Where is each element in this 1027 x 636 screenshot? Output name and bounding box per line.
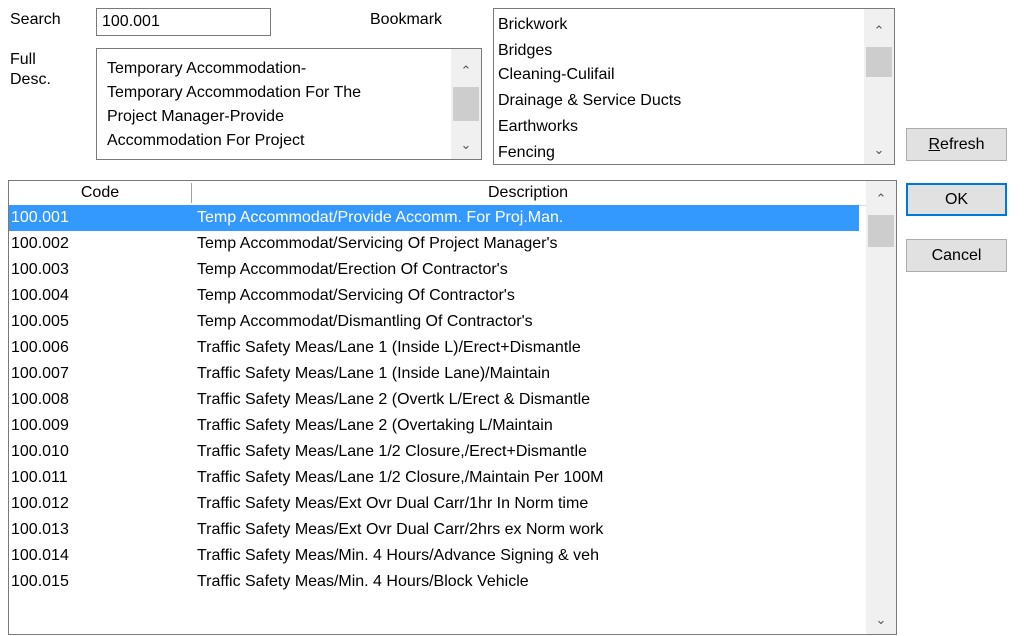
grid-rows: 100.001 Temp Accommodat/Provide Accomm. F… [9, 205, 866, 595]
code-cell: 100.015 [11, 573, 69, 590]
ok-button[interactable]: OK [906, 183, 1007, 216]
scroll-thumb[interactable] [868, 215, 894, 247]
table-row[interactable]: 100.015 Traffic Safety Meas/Min. 4 Hours/… [9, 569, 866, 595]
table-row[interactable]: 100.007 Traffic Safety Meas/Lane 1 (Insid… [9, 361, 866, 387]
table-row[interactable]: 100.012 Traffic Safety Meas/Ext Ovr Dual … [9, 491, 866, 517]
bookmark-item[interactable]: Brickwork [498, 13, 567, 37]
table-row[interactable]: 100.001 Temp Accommodat/Provide Accomm. F… [9, 205, 859, 231]
description-cell: Traffic Safety Meas/Lane 1 (Inside Lane)… [197, 365, 551, 382]
code-cell: 100.006 [11, 339, 69, 356]
description-cell: Traffic Safety Meas/Lane 2 (Overtaking L… [197, 417, 553, 434]
code-cell: 100.004 [11, 287, 69, 304]
description-cell: Traffic Safety Meas/Lane 1 (Inside L)/Er… [197, 339, 581, 356]
table-row[interactable]: 100.011 Traffic Safety Meas/Lane 1/2 Clos… [9, 465, 866, 491]
bookmark-list[interactable]: Brickwork Bridges Cleaning-Culifail Drai… [493, 8, 895, 165]
grid-scrollbar[interactable]: ⌃ ⌄ [866, 181, 896, 634]
full-desc-label-line1: Full [10, 51, 36, 68]
bookmark-item[interactable]: Bridges [498, 39, 552, 63]
code-cell: 100.013 [11, 521, 69, 538]
code-cell: 100.002 [11, 235, 69, 252]
column-divider[interactable] [191, 183, 192, 203]
chevron-down-icon[interactable]: ⌄ [866, 608, 896, 632]
scroll-thumb[interactable] [866, 47, 892, 77]
table-row[interactable]: 100.008 Traffic Safety Meas/Lane 2 (Overt… [9, 387, 866, 413]
chevron-up-icon[interactable]: ⌃ [864, 19, 894, 43]
full-desc-line: Project Manager-Provide [107, 108, 284, 125]
code-cell: 100.014 [11, 547, 69, 564]
description-cell: Temp Accommodat/Servicing Of Contractor'… [197, 287, 515, 304]
scroll-thumb[interactable] [453, 87, 479, 121]
table-row[interactable]: 100.003 Temp Accommodat/Erection Of Contr… [9, 257, 866, 283]
bookmark-item[interactable]: Cleaning-Culifail [498, 63, 615, 87]
table-row[interactable]: 100.009 Traffic Safety Meas/Lane 2 (Overt… [9, 413, 866, 439]
table-row[interactable]: 100.005 Temp Accommodat/Dismantling Of Co… [9, 309, 866, 335]
bookmark-item[interactable]: Drainage & Service Ducts [498, 89, 681, 113]
description-cell: Traffic Safety Meas/Lane 2 (Overtk L/Ere… [197, 391, 591, 408]
full-desc-line: Temporary Accommodation- [107, 60, 307, 77]
table-row[interactable]: 100.013 Traffic Safety Meas/Ext Ovr Dual … [9, 517, 866, 543]
full-desc-textbox[interactable]: Temporary Accommodation- Temporary Accom… [96, 48, 482, 160]
full-desc-line: Temporary Accommodation For The [107, 84, 362, 101]
table-row[interactable]: 100.014 Traffic Safety Meas/Min. 4 Hours/… [9, 543, 866, 569]
full-desc-label-line2: Desc. [10, 71, 51, 88]
description-cell: Temp Accommodat/Servicing Of Project Man… [197, 235, 558, 252]
description-cell: Temp Accommodat/Dismantling Of Contracto… [197, 313, 533, 330]
full-desc-line: Accommodation For Project [107, 132, 305, 149]
code-cell: 100.008 [11, 391, 69, 408]
bookmark-label: Bookmark [370, 11, 443, 28]
table-row[interactable]: 100.010 Traffic Safety Meas/Lane 1/2 Clos… [9, 439, 866, 465]
chevron-down-icon[interactable]: ⌄ [864, 138, 894, 162]
description-cell: Traffic Safety Meas/Min. 4 Hours/Advance… [197, 547, 599, 564]
bookmark-item[interactable]: Fencing [498, 141, 555, 164]
grid-header: Code Description [9, 181, 866, 206]
full-desc-scrollbar[interactable]: ⌃ ⌄ [451, 49, 481, 159]
bookmark-scrollbar[interactable]: ⌃ ⌄ [864, 9, 894, 164]
description-cell: Traffic Safety Meas/Lane 1/2 Closure,/Ma… [197, 469, 604, 486]
code-cell: 100.005 [11, 313, 69, 330]
code-cell: 100.012 [11, 495, 69, 512]
description-cell: Traffic Safety Meas/Ext Ovr Dual Carr/2h… [197, 521, 604, 538]
code-cell: 100.011 [11, 469, 68, 486]
code-cell: 100.009 [11, 417, 69, 434]
bookmark-item[interactable]: Earthworks [498, 115, 578, 139]
code-cell: 100.003 [11, 261, 69, 278]
chevron-down-icon[interactable]: ⌄ [451, 133, 481, 157]
table-row[interactable]: 100.006 Traffic Safety Meas/Lane 1 (Insid… [9, 335, 866, 361]
search-label: Search [10, 11, 61, 28]
table-row[interactable]: 100.004 Temp Accommodat/Servicing Of Cont… [9, 283, 866, 309]
table-row[interactable]: 100.002 Temp Accommodat/Servicing Of Proj… [9, 231, 866, 257]
refresh-button-label: Refresh [928, 136, 985, 153]
chevron-up-icon[interactable]: ⌃ [866, 187, 896, 211]
full-desc-text: Temporary Accommodation- Temporary Accom… [107, 57, 447, 153]
code-cell: 100.001 [11, 209, 69, 226]
refresh-button[interactable]: Refresh [906, 128, 1007, 161]
full-desc-label: Full Desc. [10, 50, 51, 90]
code-grid[interactable]: Code Description 100.001 Temp Accommodat/… [8, 180, 897, 635]
column-header-description[interactable]: Description [193, 181, 863, 205]
description-cell: Temp Accommodat/Provide Accomm. For Proj… [197, 209, 564, 226]
chevron-up-icon[interactable]: ⌃ [451, 59, 481, 83]
code-cell: 100.007 [11, 365, 69, 382]
description-cell: Traffic Safety Meas/Ext Ovr Dual Carr/1h… [197, 495, 589, 512]
cancel-button[interactable]: Cancel [906, 239, 1007, 272]
description-cell: Temp Accommodat/Erection Of Contractor's [197, 261, 508, 278]
search-input[interactable] [96, 8, 271, 36]
description-cell: Traffic Safety Meas/Min. 4 Hours/Block V… [197, 573, 529, 590]
code-cell: 100.010 [11, 443, 69, 460]
description-cell: Traffic Safety Meas/Lane 1/2 Closure,/Er… [197, 443, 587, 460]
column-header-code[interactable]: Code [9, 181, 191, 205]
